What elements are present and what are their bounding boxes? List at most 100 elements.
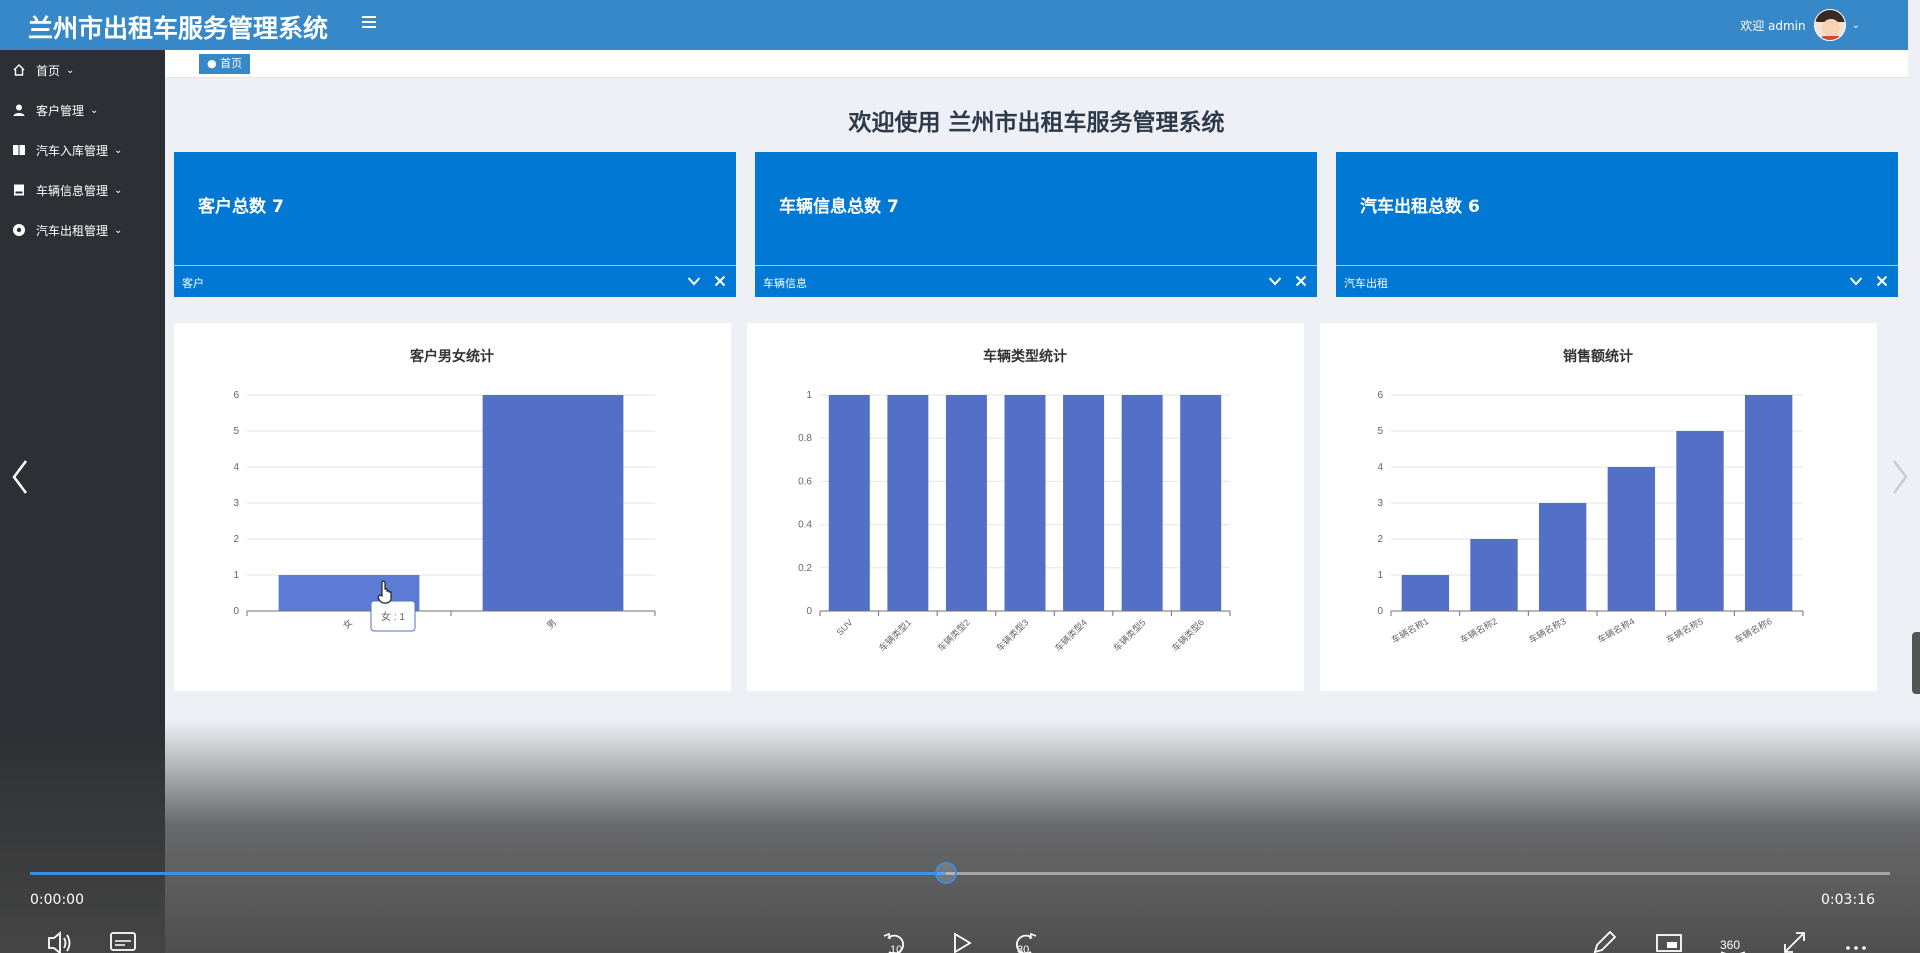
bar[interactable] <box>945 395 987 611</box>
menu-toggle-icon[interactable] <box>362 13 382 33</box>
video-progress-bar[interactable] <box>30 862 1890 884</box>
y-tick-label: 0 <box>233 606 239 617</box>
x-tick-label: 车辆类型6 <box>1169 617 1206 654</box>
y-tick-label: 3 <box>1377 498 1383 509</box>
x-tick-label: 车辆名称6 <box>1733 615 1774 645</box>
sidebar-item-vehicle-info[interactable]: 车辆信息管理 ⌄ <box>0 170 165 210</box>
forward-30-icon[interactable]: 30 <box>1009 928 1039 953</box>
volume-icon[interactable] <box>46 928 76 953</box>
bar[interactable] <box>1401 575 1450 611</box>
bar[interactable] <box>828 395 870 611</box>
bar[interactable] <box>887 395 929 611</box>
bar[interactable] <box>1538 503 1587 611</box>
total-time: 0:03:16 <box>1821 892 1875 908</box>
sidebar-item-customers[interactable]: 客户管理 ⌄ <box>0 90 165 130</box>
x-tick-label: 车辆类型2 <box>935 617 972 654</box>
sidebar-item-label: 汽车入库管理 <box>36 143 109 158</box>
x-tick-label: 车辆名称4 <box>1595 615 1636 645</box>
subtitles-icon[interactable] <box>109 928 139 953</box>
top-header: 兰州市出租车服务管理系统 欢迎 admin ⌄ <box>0 0 1908 50</box>
chevron-down-icon[interactable]: ⌄ <box>1852 20 1860 31</box>
x-tick-label: 车辆类型4 <box>1052 617 1089 654</box>
chevron-down-icon: ⌄ <box>114 224 123 236</box>
y-tick-label: 1 <box>233 570 239 581</box>
user-menu[interactable]: 欢迎 admin ⌄ <box>1740 8 1860 42</box>
book-icon <box>12 143 26 157</box>
stat-footer: 车辆信息 <box>755 265 1317 297</box>
pencil-icon[interactable] <box>1590 928 1620 953</box>
fullscreen-icon[interactable] <box>1780 928 1810 953</box>
y-tick-label: 1 <box>806 390 812 401</box>
y-tick-label: 1 <box>1377 570 1383 581</box>
sidebar-item-car-stock[interactable]: 汽车入库管理 ⌄ <box>0 130 165 170</box>
scrollbar-thumb[interactable] <box>1912 632 1920 694</box>
y-tick-label: 0 <box>1377 606 1383 617</box>
x-tick-label: 车辆名称2 <box>1458 615 1499 645</box>
bar[interactable] <box>1004 395 1046 611</box>
sidebar-item-label: 客户管理 <box>36 103 85 118</box>
y-tick-label: 0.4 <box>798 520 812 531</box>
picture-in-picture-icon[interactable] <box>1654 928 1684 953</box>
chart-panel-gender: 客户男女统计 0 1 2 3 4 5 6 女 男 女 : 1 <box>174 323 731 691</box>
bar[interactable] <box>1607 467 1656 611</box>
x-tick-label: SUV <box>835 617 855 637</box>
stat-card-vehicles: 车辆信息总数 7 车辆信息 <box>755 152 1317 297</box>
chart-tooltip-text: 女 : 1 <box>381 610 405 623</box>
y-tick-label: 4 <box>233 462 239 473</box>
chart-title: 车辆类型统计 <box>983 348 1067 364</box>
bar[interactable] <box>1121 395 1163 611</box>
sidebar-item-label: 车辆信息管理 <box>36 183 109 198</box>
stat-value: 7 <box>272 197 284 217</box>
chart-panel-sales: 销售额统计 0 1 2 3 4 5 6 车辆名称1 车辆名称2 车辆名称3 车辆名称4 车辆名称5 车辆名… <box>1320 323 1877 691</box>
sidebar-item-car-rental[interactable]: 汽车出租管理 ⌄ <box>0 210 165 250</box>
chevron-down-icon: ⌄ <box>90 104 99 116</box>
vehicle-type-bar-chart: 车辆类型统计 0 0.2 0.4 0.6 0.8 1 SUV 车辆类型1 车辆类型2 车辆类型3 车辆… <box>798 348 1231 654</box>
sidebar-item-home[interactable]: 首页 ⌄ <box>0 50 165 90</box>
chevron-down-icon: ⌄ <box>114 184 123 196</box>
close-icon[interactable] <box>712 272 728 290</box>
x-tick-label: 车辆名称3 <box>1527 615 1568 645</box>
stat-footer: 汽车出租 <box>1336 265 1898 297</box>
previous-arrow-icon[interactable] <box>8 455 32 499</box>
close-icon[interactable] <box>1293 272 1309 290</box>
bar[interactable] <box>482 395 624 611</box>
y-tick-label: 5 <box>233 426 239 437</box>
y-tick-label: 0.2 <box>798 563 812 574</box>
stat-footer-label: 汽车出租 <box>1344 277 1388 290</box>
y-tick-label: 6 <box>233 390 239 401</box>
rewind-10-icon[interactable]: 10 <box>881 928 911 953</box>
stat-title: 客户总数 7 <box>198 197 284 217</box>
page-title: 欢迎使用 兰州市出租车服务管理系统 <box>848 110 1225 136</box>
y-tick-label: 0.6 <box>798 476 812 487</box>
gender-bar-chart: 客户男女统计 0 1 2 3 4 5 6 女 男 女 : 1 <box>233 348 656 632</box>
welcome-user-label: 欢迎 admin <box>1740 18 1806 33</box>
x-tick-label: 女 <box>340 617 354 631</box>
bar[interactable] <box>1063 395 1105 611</box>
sales-bar-chart: 销售额统计 0 1 2 3 4 5 6 车辆名称1 车辆名称2 车辆名称3 车辆名称4 车辆名称5 车辆名… <box>1377 348 1804 645</box>
bar[interactable] <box>1676 431 1724 611</box>
svg-text:10: 10 <box>890 944 902 953</box>
collapse-chevron-icon[interactable] <box>1267 272 1283 290</box>
collapse-chevron-icon[interactable] <box>1848 272 1864 290</box>
breadcrumb-home-tab[interactable]: ● 首页 <box>199 54 251 74</box>
x-tick-label: 车辆类型1 <box>876 617 913 654</box>
svg-text:30: 30 <box>1017 944 1029 953</box>
avatar[interactable] <box>1813 9 1846 41</box>
close-icon[interactable] <box>1874 272 1890 290</box>
sidebar-item-label: 汽车出租管理 <box>36 223 109 238</box>
play-icon[interactable] <box>948 928 978 953</box>
video-progress-handle[interactable] <box>935 862 958 884</box>
bar[interactable] <box>1744 395 1793 611</box>
bar[interactable] <box>1180 395 1222 611</box>
next-arrow-icon[interactable] <box>1888 455 1912 499</box>
breadcrumb: ● 首页 <box>165 50 1908 78</box>
y-tick-label: 0 <box>806 606 812 617</box>
collapse-chevron-icon[interactable] <box>686 272 702 290</box>
stat-footer-label: 车辆信息 <box>763 277 807 290</box>
bar[interactable] <box>1470 539 1518 611</box>
more-options-icon[interactable] <box>1842 928 1872 953</box>
video-progress-fill <box>30 872 947 875</box>
chart-title: 客户男女统计 <box>409 348 494 364</box>
y-tick-label: 5 <box>1377 426 1383 437</box>
vr-360-icon[interactable]: 360 <box>1718 928 1748 953</box>
